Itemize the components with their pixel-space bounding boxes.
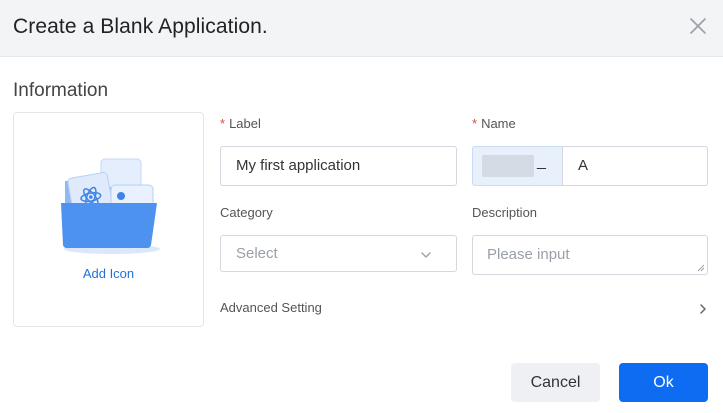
name-prefix-separator: _ xyxy=(537,153,546,170)
chevron-right-icon xyxy=(700,304,706,314)
resize-handle-icon[interactable] xyxy=(697,264,705,272)
name-prefix-redacted xyxy=(482,155,534,177)
name-prefix: _ xyxy=(472,146,563,186)
required-asterisk: * xyxy=(220,116,226,131)
category-select[interactable]: Select xyxy=(220,235,457,272)
chevron-down-icon xyxy=(420,249,432,261)
name-field-text: Name xyxy=(481,116,516,131)
description-textarea[interactable]: Please input xyxy=(472,235,708,275)
category-field-label: Category xyxy=(220,205,273,220)
close-button[interactable] xyxy=(687,15,709,37)
close-icon xyxy=(690,18,706,34)
add-icon-area[interactable]: Add Icon xyxy=(13,112,204,327)
advanced-setting-toggle[interactable]: Advanced Setting xyxy=(220,300,710,318)
image-folder-icon xyxy=(61,158,160,254)
category-placeholder: Select xyxy=(236,245,278,262)
cancel-button[interactable]: Cancel xyxy=(511,363,600,402)
label-field-label: * Label xyxy=(220,116,261,131)
create-application-dialog: Create a Blank Application. Information xyxy=(0,0,723,413)
ok-button[interactable]: Ok xyxy=(619,363,708,402)
advanced-setting-label: Advanced Setting xyxy=(220,300,322,315)
label-field-text: Label xyxy=(229,116,261,131)
add-icon-label: Add Icon xyxy=(82,266,135,281)
description-placeholder: Please input xyxy=(487,246,570,263)
name-input[interactable]: A xyxy=(562,146,708,186)
dialog-header: Create a Blank Application. xyxy=(0,0,723,57)
dialog-title: Create a Blank Application. xyxy=(13,15,268,38)
required-asterisk: * xyxy=(472,116,478,131)
description-field-label: Description xyxy=(472,205,538,220)
label-input[interactable]: My first application xyxy=(220,146,457,186)
section-title: Information xyxy=(13,80,109,101)
name-field-label: * Name xyxy=(472,116,516,131)
